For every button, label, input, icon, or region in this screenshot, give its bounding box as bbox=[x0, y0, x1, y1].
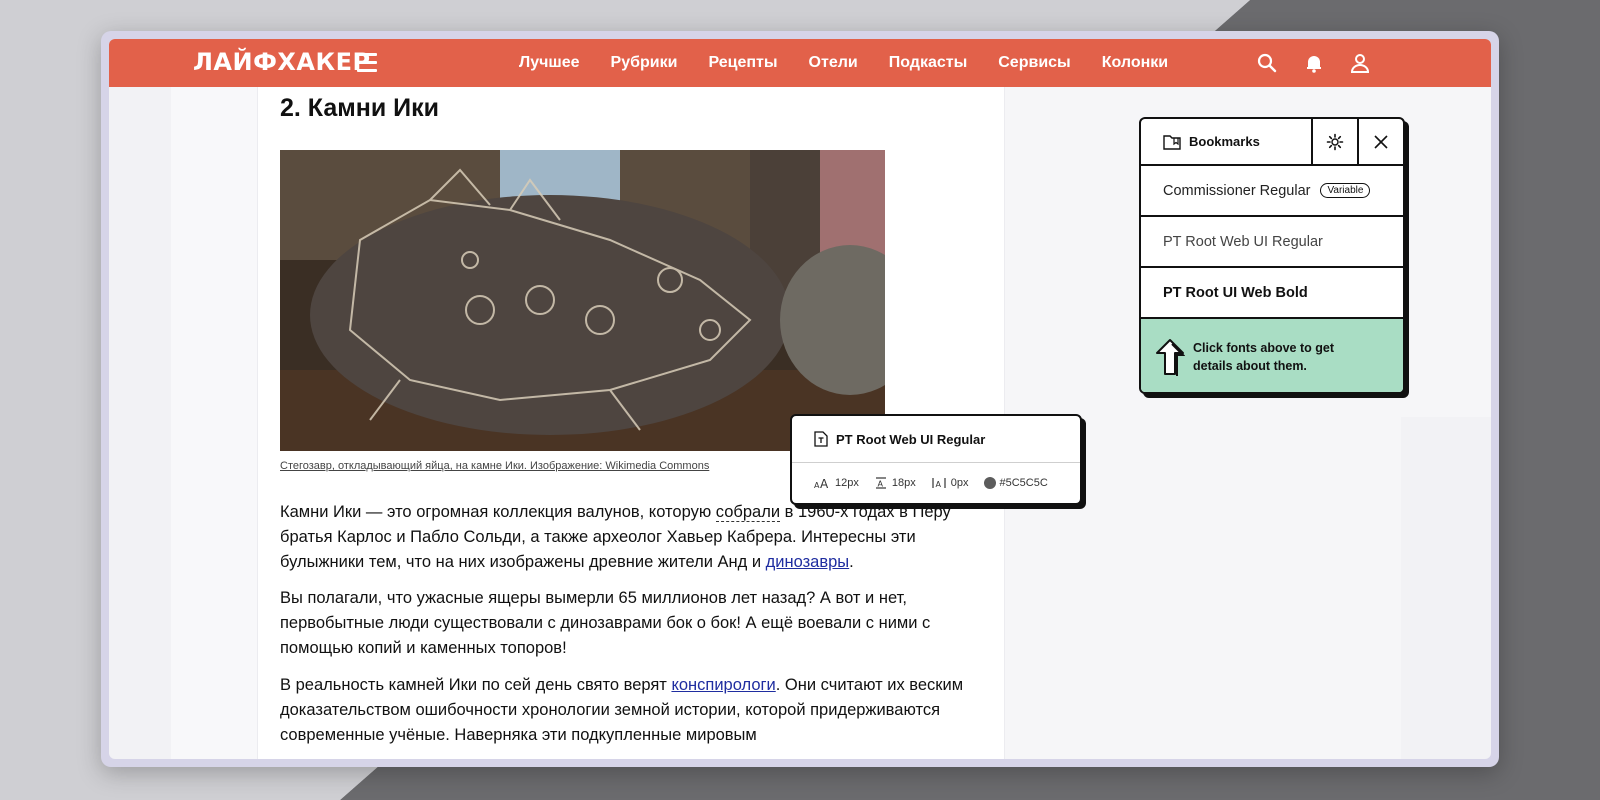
nav-item-rubrics[interactable]: Рубрики bbox=[611, 54, 678, 72]
bookmarks-header: Bookmarks bbox=[1141, 119, 1403, 166]
bookmark-item-pt-root-regular[interactable]: PT Root Web UI Regular bbox=[1141, 217, 1403, 268]
p3-link-conspiracy[interactable]: конспирологи bbox=[671, 676, 775, 694]
browser-window: ЛАЙФХАКЕР Лучшее Рубрики Рецепты Отели П… bbox=[101, 31, 1499, 767]
color-value: #5C5C5C bbox=[999, 477, 1048, 489]
page-viewport: ЛАЙФХАКЕР Лучшее Рубрики Рецепты Отели П… bbox=[109, 39, 1491, 759]
nav-item-recipes[interactable]: Рецепты bbox=[708, 54, 777, 72]
article-photo bbox=[280, 150, 885, 451]
bookmark-item-commissioner[interactable]: Commissioner Regular Variable bbox=[1141, 166, 1403, 217]
font-file-icon bbox=[814, 431, 828, 447]
svg-text:A: A bbox=[877, 480, 883, 489]
gear-icon bbox=[1326, 133, 1344, 150]
p1-term[interactable]: собрали bbox=[715, 503, 781, 522]
menu-icon[interactable] bbox=[357, 53, 379, 73]
close-icon bbox=[1374, 134, 1388, 149]
font-size-icon: AA bbox=[814, 477, 829, 489]
svg-text:A: A bbox=[820, 477, 829, 489]
main-nav: Лучшее Рубрики Рецепты Отели Подкасты Се… bbox=[519, 39, 1199, 87]
variable-badge: Variable bbox=[1320, 183, 1371, 198]
nav-item-hotels[interactable]: Отели bbox=[809, 54, 858, 72]
bookmark-font-name: PT Root UI Web Bold bbox=[1163, 284, 1308, 301]
user-icon[interactable] bbox=[1348, 51, 1372, 75]
close-button[interactable] bbox=[1357, 119, 1403, 164]
article-column: 2. Камни Ики Стегозавр, откладывающий яй… bbox=[257, 87, 1082, 759]
color-swatch bbox=[984, 477, 997, 489]
letter-spacing-icon: A bbox=[932, 478, 946, 489]
search-icon[interactable] bbox=[1255, 51, 1279, 75]
settings-button[interactable] bbox=[1311, 119, 1357, 164]
p1-link-dinosaurs[interactable]: динозавры bbox=[766, 553, 850, 571]
paragraph-3: В реальность камней Ики по сей день свят… bbox=[280, 673, 980, 748]
letter-spacing-value: 0px bbox=[950, 477, 969, 489]
photo-caption[interactable]: Стегозавр, откладывающий яйца, на камне … bbox=[280, 460, 709, 472]
nav-item-podcasts[interactable]: Подкасты bbox=[889, 54, 968, 72]
paragraph-1: Камни Ики — это огромная коллекция валун… bbox=[280, 500, 980, 575]
site-logo[interactable]: ЛАЙФХАКЕР bbox=[193, 48, 371, 76]
tooltip-metrics: AA 12px A 18px A 0px #5C5C5C bbox=[792, 463, 1080, 503]
font-size-value: 12px bbox=[835, 477, 859, 489]
section-heading: 2. Камни Ики bbox=[280, 94, 440, 122]
p1-text-a: Камни Ики — это огромная коллекция валун… bbox=[280, 503, 716, 521]
bookmark-font-name: PT Root Web UI Regular bbox=[1163, 233, 1323, 250]
tooltip-header: PT Root Web UI Regular bbox=[792, 416, 1080, 463]
bookmarks-title-area: Bookmarks bbox=[1141, 119, 1311, 164]
tooltip-font-name: PT Root Web UI Regular bbox=[836, 431, 986, 447]
line-height-value: 18px bbox=[891, 477, 916, 489]
bookmarks-panel: Bookmarks Commissioner Regular Variable … bbox=[1139, 117, 1405, 394]
bookmark-folder-icon bbox=[1163, 134, 1181, 150]
bell-icon[interactable] bbox=[1302, 51, 1326, 75]
color-metric: #5C5C5C bbox=[984, 477, 1048, 489]
nav-item-services[interactable]: Сервисы bbox=[998, 54, 1070, 72]
hint-text: Click fonts above to get details about t… bbox=[1193, 341, 1334, 373]
sidebar-area-edge bbox=[1401, 87, 1491, 417]
bookmark-item-pt-root-bold[interactable]: PT Root UI Web Bold bbox=[1141, 268, 1403, 319]
paragraph-2: Вы полагали, что ужасные ящеры вымерли 6… bbox=[280, 589, 931, 657]
p3-text-a: В реальность камней Ики по сей день свят… bbox=[280, 676, 672, 694]
bookmarks-title: Bookmarks bbox=[1189, 134, 1260, 149]
p1-text-c: . bbox=[849, 553, 854, 571]
font-size-metric: AA 12px bbox=[814, 477, 859, 489]
nav-item-columns[interactable]: Колонки bbox=[1102, 54, 1168, 72]
page-gutter bbox=[171, 87, 257, 759]
line-height-icon: A bbox=[875, 477, 886, 489]
line-height-metric: A 18px bbox=[875, 477, 916, 489]
svg-text:A: A bbox=[935, 480, 941, 489]
bookmark-font-name: Commissioner Regular bbox=[1163, 182, 1311, 199]
letter-spacing-metric: A 0px bbox=[932, 477, 969, 489]
font-tooltip: PT Root Web UI Regular AA 12px A 18px A … bbox=[790, 414, 1082, 505]
bookmarks-hint: Click fonts above to get details about t… bbox=[1141, 319, 1403, 392]
site-header: ЛАЙФХАКЕР Лучшее Рубрики Рецепты Отели П… bbox=[109, 39, 1491, 87]
arrow-up-icon bbox=[1156, 339, 1185, 376]
nav-item-best[interactable]: Лучшее bbox=[519, 54, 580, 72]
